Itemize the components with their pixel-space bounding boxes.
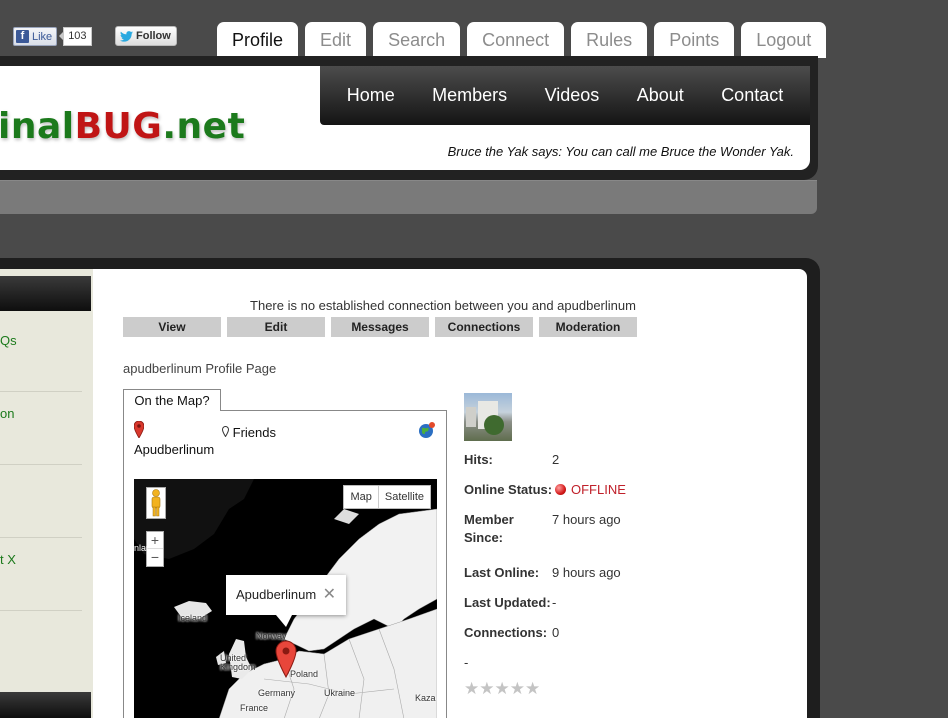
sub-bar <box>0 180 817 214</box>
zoom-in-button[interactable]: + <box>147 532 163 548</box>
sidebar-item[interactable]: on <box>0 406 14 421</box>
street-view-pegman[interactable] <box>146 487 166 519</box>
map-type-map[interactable]: Map <box>344 486 377 508</box>
last-updated-label: Last Updated: <box>464 595 551 610</box>
tab-rules[interactable]: Rules <box>571 22 648 58</box>
facebook-like-widget[interactable]: f Like 103 <box>13 27 92 46</box>
facebook-like-count: 103 <box>59 27 92 46</box>
site-logo[interactable]: inalBUG.net <box>0 106 245 147</box>
profile-avatar[interactable] <box>464 393 512 441</box>
status-label: Online Status: <box>464 482 553 497</box>
friend-pin-icon <box>221 425 230 438</box>
tab-points[interactable]: Points <box>654 22 735 58</box>
sidebar-divider <box>0 391 82 392</box>
facebook-like-label: Like <box>32 30 53 43</box>
map-label-france: France <box>240 703 269 713</box>
member-since-label: Member Since: <box>464 512 554 549</box>
status-text: OFFLINE <box>571 482 626 497</box>
tab-edit[interactable]: Edit <box>305 22 367 58</box>
profile-action-tabs: View Edit Messages Connections Moderatio… <box>123 317 643 337</box>
nav-home[interactable]: Home <box>347 85 395 106</box>
star-icon[interactable]: ★ <box>464 681 479 698</box>
twitter-follow-label: Follow <box>136 30 171 42</box>
logo-text-part1: inal <box>0 106 75 147</box>
nav-members[interactable]: Members <box>432 85 507 106</box>
star-icon[interactable]: ★ <box>479 681 494 698</box>
map-type-satellite[interactable]: Satellite <box>377 486 430 508</box>
tab-logout[interactable]: Logout <box>741 22 827 58</box>
rating-stars[interactable]: ★ ★ ★ ★ ★ <box>464 681 540 698</box>
tagline: Bruce the Yak says: You can call me Bruc… <box>447 144 794 159</box>
map-label-iceland: Iceland <box>178 613 208 623</box>
sidebar-header <box>0 276 91 311</box>
map-info-window: Apudberlinum ✕ <box>226 575 346 627</box>
offline-status-icon <box>555 484 566 495</box>
zoom-out-button[interactable]: − <box>147 548 163 565</box>
sidebar-footer <box>0 692 91 718</box>
action-connections[interactable]: Connections <box>435 317 533 337</box>
avatar-tree <box>484 415 504 435</box>
member-since-value: 7 hours ago <box>552 512 621 527</box>
legend-self-label: Apudberlinum <box>134 442 215 457</box>
logo-text-bug: BUG <box>74 106 163 147</box>
sidebar-divider <box>0 537 82 538</box>
member-label-line1: Member <box>464 512 514 527</box>
tab-connect[interactable]: Connect <box>467 22 565 58</box>
hits-label: Hits: <box>464 452 493 467</box>
top-tab-bar: Profile Edit Search Connect Rules Points… <box>217 22 833 58</box>
sidebar-divider <box>0 610 82 611</box>
legend-friends: Friends <box>221 425 276 440</box>
nav-about[interactable]: About <box>637 85 684 106</box>
star-icon[interactable]: ★ <box>525 681 540 698</box>
map-label-greenland: nlar <box>134 543 150 553</box>
main-nav: Home Members Videos About Contact <box>320 66 810 125</box>
profile-page-title: apudberlinum Profile Page <box>123 361 277 376</box>
avatar-building <box>466 407 476 427</box>
google-map[interactable]: + − nlar Map Satellite Apudberlinum ✕ Ic… <box>134 479 437 718</box>
logo-text-part3: .net <box>162 106 246 147</box>
sidebar-item[interactable]: Qs <box>0 333 17 348</box>
twitter-bird-icon <box>120 30 133 42</box>
map-label-ukraine: Ukraine <box>324 688 356 698</box>
red-pin-icon <box>134 421 144 438</box>
connections-value: 0 <box>552 625 560 640</box>
sidebar-item[interactable]: t X <box>0 552 16 567</box>
tab-search[interactable]: Search <box>373 22 461 58</box>
legend-friends-label: Friends <box>232 425 276 440</box>
detail-dash: - <box>464 655 469 670</box>
pegman-icon <box>151 489 161 517</box>
action-messages[interactable]: Messages <box>331 317 429 337</box>
map-label-kaza: Kaza <box>415 693 436 703</box>
connections-label: Connections: <box>464 625 548 640</box>
tab-on-the-map[interactable]: On the Map? <box>123 389 221 411</box>
twitter-follow-button[interactable]: Follow <box>115 26 177 46</box>
last-online-label: Last Online: <box>464 565 540 580</box>
star-icon[interactable]: ★ <box>495 681 510 698</box>
last-online-value: 9 hours ago <box>552 565 621 580</box>
hits-value: 2 <box>552 452 560 467</box>
sidebar-divider <box>0 464 82 465</box>
action-view[interactable]: View <box>123 317 221 337</box>
connection-message: There is no established connection betwe… <box>250 298 636 313</box>
map-label-germany: Germany <box>258 688 296 698</box>
nav-videos[interactable]: Videos <box>545 85 600 106</box>
facebook-icon: f <box>16 30 29 43</box>
map-type-control: Map Satellite <box>343 485 431 509</box>
action-edit[interactable]: Edit <box>227 317 325 337</box>
action-moderation[interactable]: Moderation <box>539 317 637 337</box>
info-window-text: Apudberlinum <box>236 587 317 602</box>
info-window-close-icon[interactable]: ✕ <box>323 575 336 615</box>
status-value: OFFLINE <box>555 482 626 497</box>
member-label-line2: Since: <box>464 530 504 545</box>
nav-contact[interactable]: Contact <box>721 85 783 106</box>
facebook-like-button[interactable]: f Like <box>13 27 58 46</box>
tab-profile[interactable]: Profile <box>217 22 299 58</box>
map-marker-pin-icon[interactable] <box>275 640 297 678</box>
globe-icon[interactable] <box>418 421 436 439</box>
last-updated-value: - <box>552 595 557 610</box>
star-icon[interactable]: ★ <box>510 681 525 698</box>
map-label-uk: United Kingdom <box>220 653 256 672</box>
